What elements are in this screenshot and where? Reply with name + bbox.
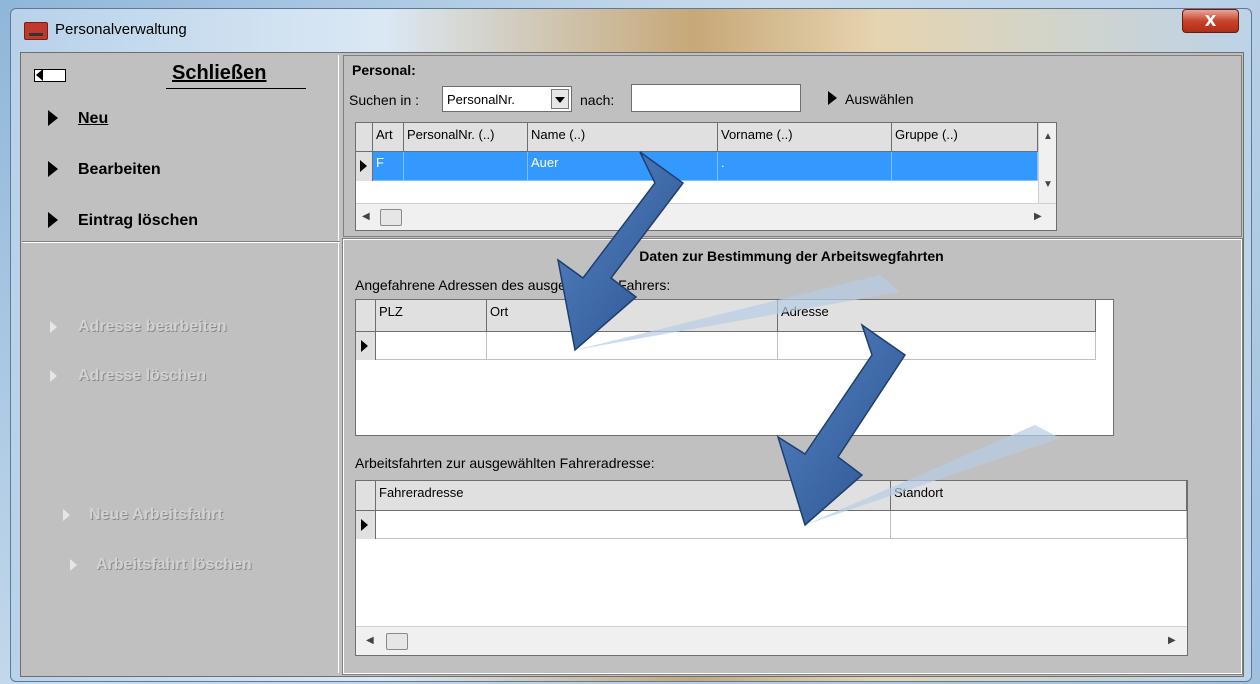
cell-fahreradresse (376, 511, 891, 539)
column-header-personalnr[interactable]: PersonalNr. (..) (404, 123, 528, 152)
delete-address-label: Adresse löschen (78, 367, 207, 384)
edit-button-label: Bearbeiten (78, 161, 161, 178)
scroll-down-icon[interactable]: ▼ (1043, 179, 1053, 190)
current-row-icon (360, 160, 367, 172)
cell-plz (376, 332, 487, 360)
search-in-label: Suchen in : (349, 92, 420, 108)
cell-ort (487, 332, 778, 360)
horizontal-scrollbar[interactable]: ◀ ▶ (356, 203, 1056, 230)
triangle-right-icon (48, 161, 58, 177)
scroll-right-icon[interactable]: ▶ (1168, 635, 1176, 646)
window-close-button[interactable]: X (1182, 9, 1239, 33)
cell-name: Auer (528, 152, 718, 181)
close-underline (166, 88, 306, 89)
cell-gruppe (892, 152, 1038, 181)
left-command-panel (22, 55, 339, 673)
cell-vorname: . (718, 152, 892, 181)
addresses-label: Angefahrene Adressen des ausgewählten Fa… (355, 277, 671, 293)
trips-label: Arbeitsfahrten zur ausgewählten Fahrerad… (355, 455, 655, 471)
triangle-right-icon (50, 321, 57, 333)
column-header-vorname[interactable]: Vorname (..) (718, 123, 892, 152)
table-row[interactable] (376, 511, 1187, 539)
column-header-ort[interactable]: Ort (487, 300, 778, 332)
current-row-icon (361, 340, 368, 352)
column-header-fahreradresse[interactable]: Fahreradresse (376, 481, 891, 511)
row-selector[interactable] (356, 152, 373, 181)
trips-grid[interactable]: Fahreradresse Standort ◀ ▶ (355, 480, 1188, 656)
window-title: Personalverwaltung (55, 21, 187, 38)
scroll-thumb[interactable] (386, 633, 408, 650)
personal-heading: Personal: (352, 62, 416, 78)
dropdown-arrow-icon[interactable] (551, 89, 569, 109)
search-field-select[interactable]: PersonalNr. (442, 86, 572, 112)
left-panel-divider (22, 241, 340, 243)
delete-entry-label: Eintrag löschen (78, 212, 199, 229)
column-header-art[interactable]: Art (373, 123, 404, 152)
select-button-label: Auswählen (845, 91, 914, 107)
column-header-gruppe[interactable]: Gruppe (..) (892, 123, 1038, 152)
back-arrow-icon[interactable] (34, 69, 66, 82)
column-header-plz[interactable]: PLZ (376, 300, 487, 332)
cell-art: F (373, 152, 404, 181)
cell-adresse (778, 332, 1096, 360)
new-button-label: Neu (78, 110, 109, 127)
scroll-up-icon[interactable]: ▲ (1043, 131, 1053, 142)
row-selector-header (356, 123, 373, 152)
delete-trip-label: Arbeitsfahrt löschen (96, 556, 252, 573)
horizontal-scrollbar[interactable]: ◀ ▶ (356, 626, 1187, 655)
triangle-right-icon (48, 110, 58, 126)
cell-standort (891, 511, 1187, 539)
scroll-right-icon[interactable]: ▶ (1034, 211, 1042, 222)
vertical-scrollbar[interactable]: ▲ ▼ (1038, 123, 1056, 203)
row-selector-header (356, 300, 376, 332)
row-selector[interactable] (356, 511, 376, 539)
row-selector[interactable] (356, 332, 376, 360)
edit-address-label: Adresse bearbeiten (78, 318, 227, 335)
search-field-value: PersonalNr. (447, 92, 515, 107)
scroll-thumb[interactable] (380, 209, 402, 226)
close-button[interactable]: Schließen (172, 62, 266, 85)
new-trip-label: Neue Arbeitsfahrt (89, 506, 223, 523)
triangle-right-icon (48, 212, 58, 228)
details-heading: Daten zur Bestimmung der Arbeitswegfahrt… (639, 248, 944, 264)
column-header-name[interactable]: Name (..) (528, 123, 718, 152)
cell-personalnr (404, 152, 528, 181)
triangle-right-icon (70, 559, 77, 571)
scroll-left-icon[interactable]: ◀ (362, 211, 370, 222)
column-header-standort[interactable]: Standort (891, 481, 1187, 511)
search-input[interactable] (631, 84, 801, 112)
bus-app-icon (24, 22, 48, 40)
triangle-right-icon (63, 509, 70, 521)
scroll-left-icon[interactable]: ◀ (366, 635, 374, 646)
triangle-right-icon (828, 91, 837, 105)
column-header-adresse[interactable]: Adresse (778, 300, 1096, 332)
title-bar[interactable] (12, 9, 1248, 51)
search-for-label: nach: (580, 92, 615, 108)
table-row[interactable] (376, 332, 1096, 360)
table-row[interactable]: F Auer . (373, 152, 1038, 181)
personal-grid[interactable]: Art PersonalNr. (..) Name (..) Vorname (… (355, 122, 1057, 231)
triangle-right-icon (50, 370, 57, 382)
row-selector-header (356, 481, 376, 511)
addresses-grid[interactable]: PLZ Ort Adresse (355, 299, 1114, 436)
current-row-icon (361, 519, 368, 531)
